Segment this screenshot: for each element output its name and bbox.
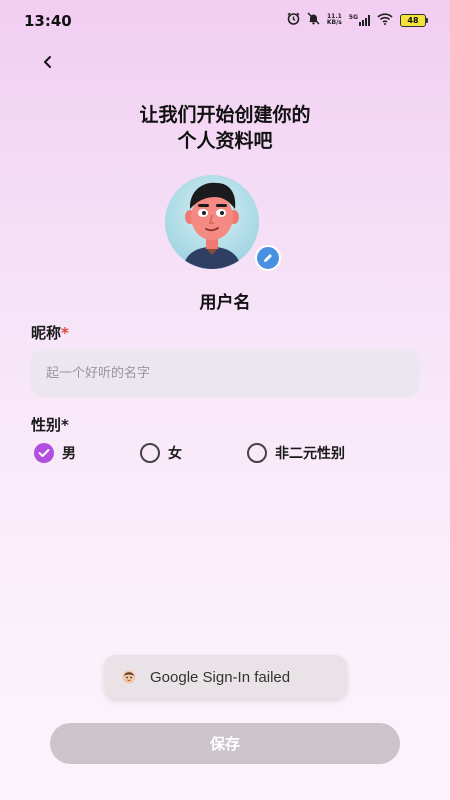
- page-title-line2: 个人资料吧: [177, 130, 273, 152]
- net-speed-unit: KB/s: [326, 19, 342, 26]
- required-marker: *: [61, 324, 69, 342]
- gender-label-text: 性别: [31, 416, 62, 434]
- save-button[interactable]: 保存: [50, 723, 400, 764]
- status-icons: 11.1 KB/s 5G 48: [287, 12, 428, 28]
- nickname-label-text: 昵称: [31, 324, 62, 342]
- username-label: 用户名: [199, 293, 251, 313]
- gender-option-label: 非二元性别: [275, 446, 345, 462]
- toast-message: Google Sign-In failed: [104, 655, 347, 699]
- network-type: 5G: [348, 13, 358, 21]
- gender-option-male[interactable]: 男: [34, 443, 76, 463]
- page-title-line1: 让我们开始创建你的: [139, 104, 311, 126]
- pencil-icon: [264, 254, 272, 262]
- signal-icon: [359, 14, 370, 26]
- toast-text: Google Sign-In failed: [150, 668, 291, 686]
- status-bar: 13:40 11.1 KB/s 5G 48: [0, 0, 450, 44]
- battery-icon: 48: [400, 13, 428, 27]
- page-title: 让我们开始创建你的 个人资料吧: [0, 102, 450, 154]
- net-speed: 11.1 KB/s: [327, 14, 342, 26]
- avatar-illustration: [165, 175, 259, 269]
- chevron-left-icon: [44, 56, 51, 68]
- nickname-label: 昵称*: [31, 322, 69, 343]
- avatar-container[interactable]: [165, 175, 285, 271]
- alarm-icon: [287, 12, 300, 28]
- radio-unchecked-icon[interactable]: [140, 443, 160, 463]
- required-marker: *: [61, 416, 69, 434]
- radio-checked-icon[interactable]: [34, 443, 54, 463]
- gender-option-label: 男: [62, 446, 76, 462]
- signal-group: 5G: [348, 13, 370, 26]
- mute-icon: [307, 12, 320, 28]
- status-time: 13:40: [24, 12, 72, 30]
- gender-option-female[interactable]: 女: [140, 443, 182, 463]
- avatar[interactable]: [165, 175, 259, 269]
- battery-level: 48: [400, 13, 426, 27]
- app-icon: [122, 670, 136, 684]
- edit-avatar-button[interactable]: [255, 245, 281, 271]
- radio-unchecked-icon[interactable]: [247, 443, 267, 463]
- back-button[interactable]: [36, 50, 60, 74]
- nickname-input[interactable]: [30, 349, 420, 397]
- wifi-icon: [377, 12, 393, 28]
- gender-option-nonbinary[interactable]: 非二元性别: [247, 443, 345, 463]
- gender-option-label: 女: [168, 446, 182, 462]
- gender-label: 性别*: [31, 414, 69, 435]
